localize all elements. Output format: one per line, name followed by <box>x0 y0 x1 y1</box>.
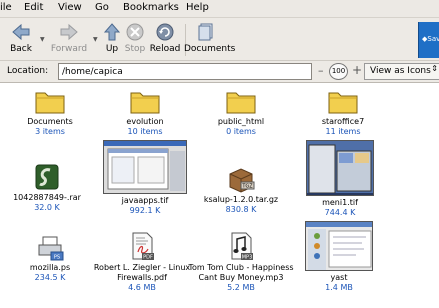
throbber[interactable]: ◆Sav <box>418 22 439 58</box>
up-label: Up <box>105 44 119 54</box>
tgz-archive-icon: TGZ <box>229 168 255 193</box>
file-name: javaapps.tif <box>121 196 169 205</box>
menu-edit[interactable]: Edit <box>24 2 43 13</box>
file-name: public_html <box>217 117 265 126</box>
folder-icon <box>328 92 358 114</box>
file-item-yast[interactable]: yast 1.4 MB <box>284 221 394 293</box>
file-info: 992.1 K <box>129 206 161 215</box>
view-mode-select[interactable]: View as Icons ⇕ <box>364 63 439 80</box>
toolbar: Back ▼ Forward ▼ Up Stop Reload Document… <box>0 18 439 61</box>
zoom-in-button[interactable]: + <box>352 63 362 77</box>
menu-help[interactable]: Help <box>186 2 209 13</box>
file-info: 32.0 K <box>34 203 60 212</box>
screenshot-preview-icon <box>307 141 373 195</box>
file-name: evolution <box>126 117 164 126</box>
file-name: yast <box>330 273 348 282</box>
meni1-thumbnail <box>306 140 374 196</box>
file-item-mp3[interactable]: MP3 Tom Tom Club - Happiness Cant Buy Mo… <box>186 231 296 293</box>
file-info: 11 items <box>325 127 361 136</box>
file-item-tgz[interactable]: TGZ ksalup-1.2.0.tar.gz 830.8 K <box>186 165 296 215</box>
file-name: Robert L. Ziegler - Linux Firewalls.pdf <box>93 263 191 282</box>
reload-button[interactable]: Reload <box>148 18 182 61</box>
ps-badge: PS <box>54 254 60 260</box>
file-info: 830.8 K <box>225 205 257 214</box>
screenshot-preview-icon <box>306 222 372 270</box>
zoom-level-button[interactable]: 100 <box>329 63 348 80</box>
up-button[interactable]: Up <box>102 18 122 61</box>
up-arrow-icon <box>103 23 121 41</box>
forward-history-dropdown-icon[interactable]: ▼ <box>93 36 98 43</box>
file-info: 10 items <box>127 127 163 136</box>
screenshot-preview-icon <box>104 141 186 193</box>
postscript-printer-icon: PS <box>38 236 64 261</box>
throbber-label: ◆Sav <box>422 35 439 43</box>
menu-bookmarks[interactable]: Bookmarks <box>123 2 179 13</box>
file-info: 744.4 K <box>324 208 356 217</box>
forward-label: Forward <box>50 44 88 54</box>
file-item-meni1[interactable]: meni1.tif 744.4 K <box>285 140 395 218</box>
stop-label: Stop <box>124 44 146 54</box>
select-arrows-icon: ⇕ <box>431 64 438 73</box>
yast-thumbnail <box>305 221 373 271</box>
back-arrow-icon <box>12 23 30 41</box>
file-info: 0 items <box>226 127 256 136</box>
file-item-rar[interactable]: 1042887849-.rar 32.0 K <box>0 163 102 213</box>
file-info: 4.6 MB <box>128 283 156 292</box>
file-name: ksalup-1.2.0.tar.gz <box>203 195 279 204</box>
folder-icon <box>130 92 160 114</box>
location-input[interactable] <box>58 63 312 80</box>
location-bar: Location: – 100 + View as Icons ⇕ <box>0 61 439 83</box>
stop-icon <box>126 23 144 41</box>
menu-view[interactable]: View <box>58 2 82 13</box>
forward-arrow-icon <box>60 23 78 41</box>
file-name: Tom Tom Club - Happiness Cant Buy Money.… <box>188 263 294 282</box>
menu-file[interactable]: ile <box>0 2 12 13</box>
documents-label: Documents <box>184 44 236 54</box>
file-name: 1042887849-.rar <box>13 193 81 202</box>
stop-button[interactable]: Stop <box>123 18 147 61</box>
tgz-badge: TGZ <box>241 184 253 190</box>
zoom-out-button[interactable]: – <box>318 64 324 77</box>
forward-button[interactable]: Forward <box>50 18 88 61</box>
back-label: Back <box>10 44 32 54</box>
file-item-evolution[interactable]: evolution 10 items <box>90 87 200 137</box>
folder-icon <box>35 92 65 114</box>
reload-icon <box>156 23 174 41</box>
file-item-pdf[interactable]: PDF Robert L. Ziegler - Linux Firewalls.… <box>87 231 197 293</box>
javaapps-thumbnail <box>103 140 187 194</box>
file-item-staroffice7[interactable]: staroffice7 11 items <box>288 87 398 137</box>
menu-go[interactable]: Go <box>95 2 109 13</box>
rar-archive-icon <box>35 164 59 190</box>
file-name: meni1.tif <box>322 198 358 207</box>
mp3-badge: MP3 <box>242 254 253 260</box>
documents-icon <box>198 23 213 41</box>
back-button[interactable]: Back <box>4 18 38 61</box>
folder-icon <box>226 92 256 114</box>
documents-button[interactable]: Documents <box>184 18 236 61</box>
location-label: Location: <box>7 66 49 76</box>
mp3-audio-icon: MP3 <box>231 232 253 260</box>
view-mode-label: View as Icons <box>370 66 431 76</box>
icon-view: Documents 3 items evolution 10 items pub… <box>0 83 439 308</box>
file-item-javaapps[interactable]: javaapps.tif 992.1 K <box>90 140 200 216</box>
pdf-badge: PDF <box>143 254 153 260</box>
file-name: staroffice7 <box>321 117 365 126</box>
file-info: 1.4 MB <box>325 283 353 292</box>
file-item-public-html[interactable]: public_html 0 items <box>186 87 296 137</box>
menubar: ile Edit View Go Bookmarks Help <box>0 0 439 18</box>
pdf-document-icon: PDF <box>132 232 154 260</box>
zoom-level: 100 <box>331 67 346 75</box>
back-history-dropdown-icon[interactable]: ▼ <box>40 36 45 43</box>
file-info: 5.2 MB <box>227 283 255 292</box>
reload-label: Reload <box>149 44 181 54</box>
